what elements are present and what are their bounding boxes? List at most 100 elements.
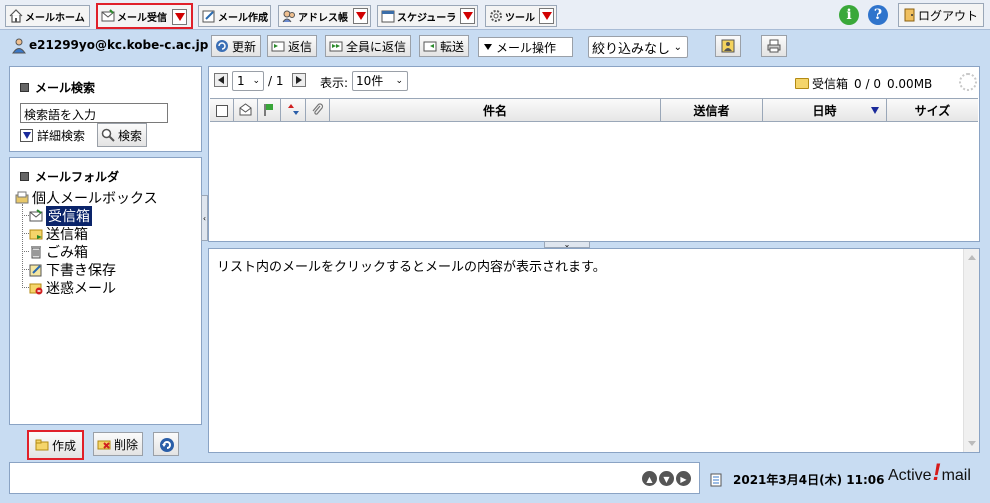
delete-folder-label: 削除 xyxy=(114,437,139,452)
per-page-select[interactable]: 10件 ⌄ xyxy=(352,71,408,91)
col-date[interactable]: 日時 xyxy=(763,99,887,122)
expand-arrow-icon xyxy=(20,129,33,142)
forward-button[interactable]: 転送 xyxy=(419,35,470,57)
print-button[interactable] xyxy=(761,35,787,57)
filter-select[interactable]: 絞り込みなし ⌄ xyxy=(588,36,688,58)
tab-mail-compose[interactable]: メール作成 xyxy=(198,5,271,27)
loading-spinner-icon xyxy=(959,73,977,91)
mail-operations-dropdown[interactable]: メール操作 xyxy=(478,37,573,57)
arrow-up-icon[interactable]: ▲ xyxy=(642,471,657,486)
page-select[interactable]: 1 ⌄ xyxy=(232,71,264,91)
reply-all-button[interactable]: 全員に返信 xyxy=(325,35,412,57)
folder-item-sent[interactable]: 送信箱 xyxy=(29,224,88,244)
folder-item-drafts[interactable]: 下書き保存 xyxy=(29,260,116,280)
dropdown-arrow-icon xyxy=(484,44,492,50)
tab-label: ツール xyxy=(505,12,535,24)
search-input[interactable]: 検索語を入力 xyxy=(20,103,168,123)
chevron-left-icon: ‹ xyxy=(202,213,207,223)
home-icon xyxy=(9,9,23,23)
refresh-icon xyxy=(215,39,229,53)
folder-root[interactable]: 個人メールボックス xyxy=(15,188,158,208)
page-value: 1 xyxy=(237,74,245,88)
person-search-icon xyxy=(721,39,735,53)
chevron-down-icon: ⌄ xyxy=(395,76,403,86)
tab-label: メール作成 xyxy=(218,12,268,24)
folder-item-label: 下書き保存 xyxy=(46,263,116,279)
inbox-icon xyxy=(29,209,43,223)
filter-value: 絞り込みなし xyxy=(592,41,671,57)
tab-scheduler[interactable]: スケジューラ xyxy=(377,5,478,27)
folder-title: メールフォルダ xyxy=(20,168,119,185)
search-button-label: 検索 xyxy=(118,128,143,143)
arrow-down-icon[interactable]: ▼ xyxy=(659,471,674,486)
reply-icon xyxy=(271,39,285,53)
chevron-down-icon: ⌄ xyxy=(673,42,682,53)
tab-dropdown-arrow-icon[interactable] xyxy=(460,8,475,24)
help-icon[interactable]: ? xyxy=(868,5,888,25)
reply-button[interactable]: 返信 xyxy=(267,35,318,57)
sidebar-collapse-handle[interactable]: ‹ xyxy=(201,195,208,241)
col-priority[interactable] xyxy=(281,99,306,122)
pane-splitter-handle[interactable]: ⌄ xyxy=(544,240,590,248)
col-size-label: サイズ xyxy=(914,104,951,118)
mail-search-panel: メール検索 検索語を入力 詳細検索 検索 xyxy=(9,66,202,152)
preview-message: リスト内のメールをクリックするとメールの内容が表示されます。 xyxy=(217,260,606,275)
folder-item-spam[interactable]: 迷惑メール xyxy=(29,278,116,298)
folder-item-label: 送信箱 xyxy=(46,227,88,243)
scroll-up-icon[interactable] xyxy=(968,255,976,260)
tab-dropdown-arrow-icon[interactable] xyxy=(172,9,187,25)
advanced-search-label: 詳細検索 xyxy=(37,129,86,143)
info-icon[interactable]: i xyxy=(839,5,859,25)
scroll-down-icon[interactable] xyxy=(968,441,976,446)
col-read-status[interactable] xyxy=(234,99,258,122)
col-subject-label: 件名 xyxy=(482,104,507,118)
preview-scrollbar[interactable] xyxy=(963,249,979,452)
tab-dropdown-arrow-icon[interactable] xyxy=(539,8,554,24)
delete-folder-button[interactable]: 削除 xyxy=(93,432,144,456)
tab-dropdown-arrow-icon[interactable] xyxy=(353,8,368,24)
col-flag[interactable] xyxy=(258,99,281,122)
preview-panel: リスト内のメールをクリックするとメールの内容が表示されます。 xyxy=(208,248,980,453)
col-attachment[interactable] xyxy=(306,99,330,122)
search-placeholder: 検索語を入力 xyxy=(24,108,97,122)
folder-item-label: ごみ箱 xyxy=(46,245,88,261)
user-icon xyxy=(12,38,26,54)
create-folder-button[interactable]: 作成 xyxy=(27,430,85,460)
tab-mail-receive[interactable]: メール受信 xyxy=(96,3,193,29)
logout-button[interactable]: ログアウト xyxy=(898,3,984,27)
compose-icon xyxy=(202,9,216,23)
envelope-open-icon xyxy=(239,102,252,119)
tab-label: アドレス帳 xyxy=(298,12,348,24)
flag-icon xyxy=(263,103,275,119)
datetime-text: 2021年3月4日(木) 11:06 xyxy=(733,473,885,487)
next-page-button[interactable] xyxy=(292,73,306,87)
folder-item-trash[interactable]: ごみ箱 xyxy=(29,242,88,262)
tab-mail-home[interactable]: メールホーム xyxy=(5,5,90,27)
col-sender[interactable]: 送信者 xyxy=(661,99,763,122)
door-icon xyxy=(902,8,916,22)
status-bar: ▲ ▼ ▶ xyxy=(9,462,700,494)
col-size[interactable]: サイズ xyxy=(887,99,978,122)
select-all-checkbox[interactable] xyxy=(210,99,234,122)
refresh-button[interactable]: 更新 xyxy=(211,35,262,57)
search-button[interactable]: 検索 xyxy=(97,123,148,147)
logout-label: ログアウト xyxy=(918,8,979,23)
col-subject[interactable]: 件名 xyxy=(330,99,661,122)
mailbox-status-count: 0 / 0 xyxy=(854,76,881,91)
refresh-folders-button[interactable] xyxy=(153,432,179,456)
arrow-right-icon[interactable]: ▶ xyxy=(676,471,691,486)
advanced-search-toggle[interactable]: 詳細検索 xyxy=(20,127,85,144)
prev-page-button[interactable] xyxy=(214,73,228,87)
address-book-icon xyxy=(282,9,296,23)
square-bullet-icon xyxy=(20,83,29,92)
refresh-label: 更新 xyxy=(232,39,257,54)
logo-mark: ! xyxy=(932,459,941,486)
folder-item-inbox[interactable]: 受信箱 xyxy=(29,206,92,226)
search-title: メール検索 xyxy=(20,79,95,96)
tab-address-book[interactable]: アドレス帳 xyxy=(278,5,371,27)
tab-tools[interactable]: ツール xyxy=(485,5,557,27)
triangle-left-icon xyxy=(218,76,224,84)
address-lookup-button[interactable] xyxy=(715,35,741,57)
logo-text-right: mail xyxy=(941,467,971,484)
mail-list-header: 件名 送信者 日時 サイズ xyxy=(210,98,978,122)
